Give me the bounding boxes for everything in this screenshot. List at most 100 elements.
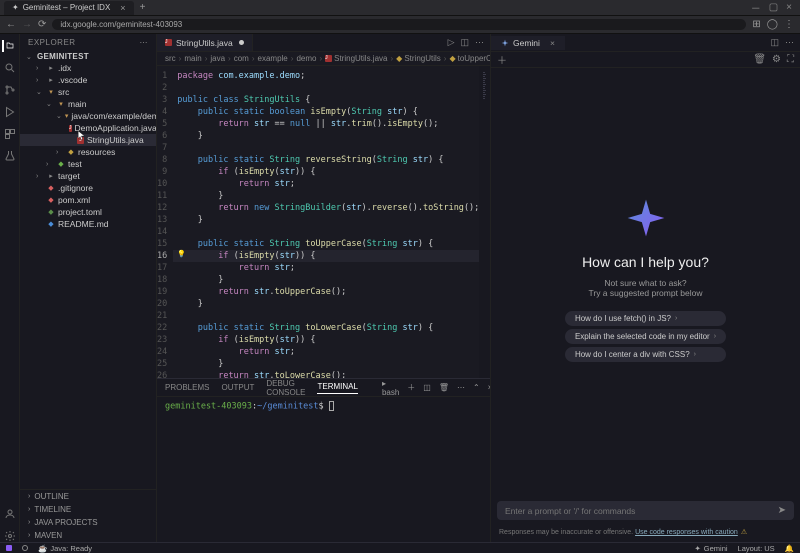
- panel-tab-problems[interactable]: PROBLEMS: [165, 383, 209, 392]
- tree-item--gitignore[interactable]: ◆.gitignore: [20, 182, 156, 194]
- code-line[interactable]: if (isEmpty(str)) {: [173, 250, 479, 262]
- code-line[interactable]: if (isEmpty(str)) {: [173, 334, 479, 346]
- breadcrumb-item[interactable]: main: [184, 54, 201, 63]
- suggestion-chip[interactable]: Explain the selected code in my editor›: [565, 329, 726, 344]
- tree-item-target[interactable]: ›▸target: [20, 170, 156, 182]
- tab-stringutils[interactable]: J StringUtils.java: [157, 34, 253, 51]
- chat-input-field[interactable]: [505, 506, 778, 516]
- new-chat-icon[interactable]: ＋: [497, 52, 507, 67]
- extensions-icon[interactable]: ⊞: [752, 19, 760, 30]
- code-line[interactable]: return str.toUpperCase();: [173, 286, 479, 298]
- gear-icon[interactable]: [4, 530, 16, 542]
- menu-icon[interactable]: ⋮: [784, 19, 794, 30]
- tree-item-java-com-example-demo[interactable]: ⌄▾java/com/example/demo: [20, 110, 156, 122]
- breadcrumb-item[interactable]: ◆StringUtils: [396, 54, 441, 63]
- panel-tab-debug[interactable]: DEBUG CONSOLE: [266, 379, 305, 397]
- run-icon[interactable]: ▷: [448, 37, 455, 48]
- split-icon[interactable]: ◫: [770, 37, 779, 48]
- section-maven[interactable]: ›MAVEN: [20, 529, 156, 542]
- close-window-icon[interactable]: ×: [786, 2, 792, 13]
- code-line[interactable]: if (isEmpty(str)) {: [173, 166, 479, 178]
- tree-item--idx[interactable]: ›▸.idx: [20, 62, 156, 74]
- code-line[interactable]: [173, 310, 479, 322]
- test-icon[interactable]: [4, 150, 16, 162]
- url-input[interactable]: idx.google.com/geminitest-403093: [52, 19, 746, 30]
- chat-footer-link[interactable]: Use code responses with caution: [635, 529, 738, 536]
- code-line[interactable]: public class StringUtils {: [173, 94, 479, 106]
- tree-item-readme-md[interactable]: ◆README.md: [20, 218, 156, 230]
- more-icon[interactable]: ⋯: [475, 37, 484, 48]
- code-line[interactable]: }: [173, 214, 479, 226]
- tree-item-main[interactable]: ⌄▾main: [20, 98, 156, 110]
- more-icon[interactable]: ⋯: [457, 383, 465, 392]
- code-line[interactable]: }: [173, 298, 479, 310]
- code-line[interactable]: }: [173, 358, 479, 370]
- breadcrumb[interactable]: src›main›java›com›example›demo›JStringUt…: [157, 52, 490, 66]
- search-icon[interactable]: [4, 62, 16, 74]
- tree-item-stringutils-java[interactable]: JStringUtils.java: [20, 134, 156, 146]
- reload-icon[interactable]: ⟳: [38, 19, 46, 30]
- code-line[interactable]: public static String toUpperCase(String …: [173, 238, 479, 250]
- code-line[interactable]: return str.toLowerCase();: [173, 370, 479, 378]
- breadcrumb-item[interactable]: JStringUtils.java: [325, 54, 387, 63]
- split-icon[interactable]: ◫: [460, 37, 469, 48]
- tree-item-src[interactable]: ⌄▾src: [20, 86, 156, 98]
- code-line[interactable]: public static boolean isEmpty(String str…: [173, 106, 479, 118]
- close-icon[interactable]: ×: [120, 3, 125, 13]
- code-line[interactable]: [173, 226, 479, 238]
- expand-icon[interactable]: ⛶: [787, 54, 794, 65]
- section-timeline[interactable]: ›TIMELINE: [20, 503, 156, 516]
- breadcrumb-item[interactable]: example: [258, 54, 288, 63]
- forward-icon[interactable]: →: [22, 19, 32, 30]
- account-icon[interactable]: [4, 508, 16, 520]
- breadcrumb-item[interactable]: src: [165, 54, 176, 63]
- code-line[interactable]: }: [173, 190, 479, 202]
- settings-icon[interactable]: ⚙: [772, 54, 781, 65]
- remote-indicator[interactable]: [6, 545, 12, 551]
- code-line[interactable]: public static String toLowerCase(String …: [173, 322, 479, 334]
- breadcrumb-item[interactable]: com: [234, 54, 249, 63]
- breadcrumb-item[interactable]: java: [210, 54, 225, 63]
- panel-tab-terminal[interactable]: TERMINAL: [317, 382, 357, 394]
- close-icon[interactable]: ×: [550, 38, 555, 48]
- code-line[interactable]: [173, 142, 479, 154]
- back-icon[interactable]: ←: [6, 19, 16, 30]
- tree-item--vscode[interactable]: ›▸.vscode: [20, 74, 156, 86]
- code-line[interactable]: }: [173, 130, 479, 142]
- code-line[interactable]: return str;: [173, 346, 479, 358]
- source-control-icon[interactable]: [4, 84, 16, 96]
- minimize-icon[interactable]: －: [751, 0, 761, 15]
- status-layout[interactable]: Layout: US: [738, 544, 775, 553]
- browser-tab[interactable]: ✦ Geminitest – Project IDX ×: [4, 1, 134, 15]
- tree-item-resources[interactable]: ›◆resources: [20, 146, 156, 158]
- project-root[interactable]: ⌄GEMINITEST: [20, 51, 156, 62]
- new-tab-button[interactable]: +: [140, 2, 146, 13]
- code-line[interactable]: [173, 82, 479, 94]
- shell-picker[interactable]: ▸ bash: [382, 379, 399, 397]
- section-outline[interactable]: ›OUTLINE: [20, 490, 156, 503]
- new-terminal-icon[interactable]: ＋: [407, 382, 415, 393]
- tree-item-project-toml[interactable]: ◆project.toml: [20, 206, 156, 218]
- kill-terminal-icon[interactable]: 🗑: [439, 383, 449, 392]
- status-notifications[interactable]: 🔔: [785, 544, 794, 553]
- lightbulb-icon[interactable]: 💡: [177, 250, 185, 258]
- code-editor[interactable]: 1234567891011121314151617181920212223242…: [157, 66, 490, 378]
- code-line[interactable]: return str;: [173, 262, 479, 274]
- code-line[interactable]: return str;: [173, 178, 479, 190]
- tree-item-demoapplication-java[interactable]: JDemoApplication.java: [20, 122, 156, 134]
- status-gemini[interactable]: ✦ Gemini: [694, 544, 727, 553]
- maximize-icon[interactable]: ▢: [769, 2, 778, 13]
- code-line[interactable]: return new StringBuilder(str).reverse().…: [173, 202, 479, 214]
- terminal[interactable]: geminitest-403093:~/geminitest$: [157, 397, 490, 542]
- code-line[interactable]: return str == null || str.trim().isEmpty…: [173, 118, 479, 130]
- debug-icon[interactable]: [4, 106, 16, 118]
- status-java[interactable]: ☕ Java: Ready: [38, 544, 92, 553]
- maximize-panel-icon[interactable]: ⌃: [473, 383, 480, 392]
- tree-item-pom-xml[interactable]: ◆pom.xml: [20, 194, 156, 206]
- minimap[interactable]: [479, 66, 490, 378]
- code-line[interactable]: package com.example.demo;: [173, 70, 479, 82]
- delete-icon[interactable]: 🗑: [753, 54, 766, 65]
- extensions-icon[interactable]: [4, 128, 16, 140]
- tab-gemini[interactable]: Gemini ×: [491, 36, 565, 50]
- suggestion-chip[interactable]: How do I center a div with CSS?›: [565, 347, 726, 362]
